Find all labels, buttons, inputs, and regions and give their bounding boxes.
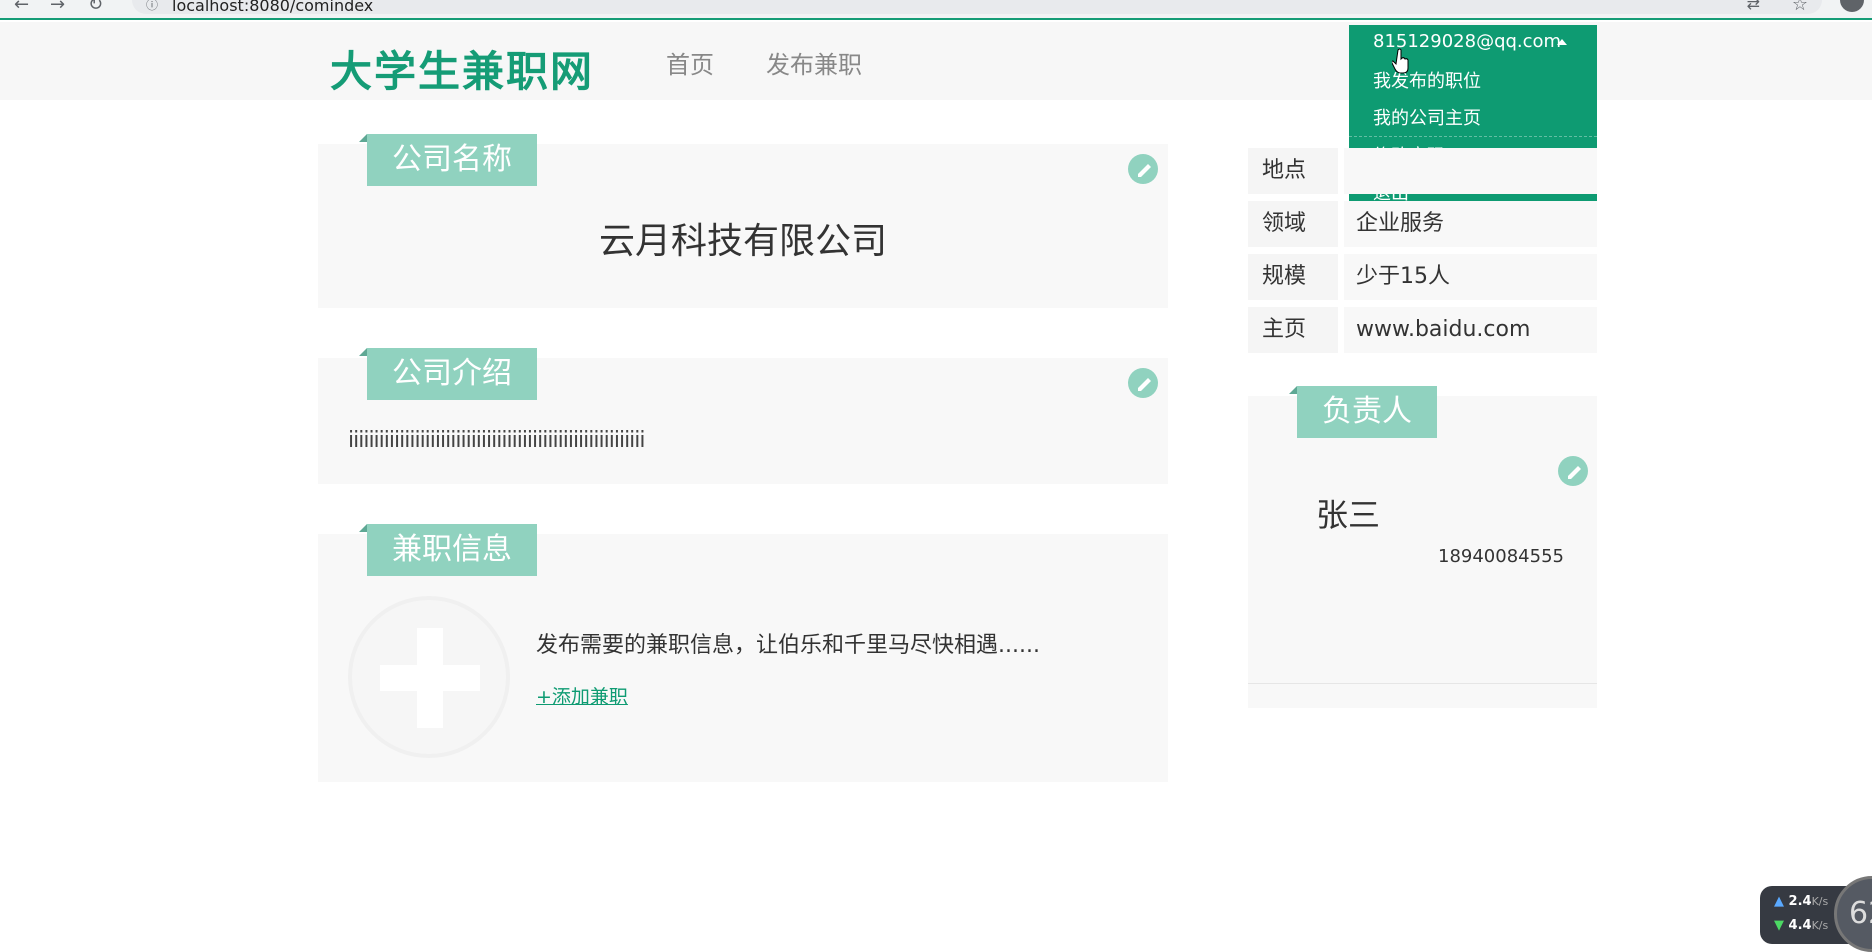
info-key: 地点 (1248, 148, 1338, 194)
browser-toolbar: ← → ↻ ⓘ localhost:8080/comindex ⇄ ☆ (0, 0, 1872, 20)
company-intro-panel: 公司介绍 iiiiiiiiiiiiiiiiiiiiiiiiiiiiiiiiiii… (318, 348, 1168, 484)
info-value: www.baidu.com (1344, 307, 1597, 353)
profile-avatar-icon[interactable] (1840, 0, 1864, 12)
info-row-field: 领域 企业服务 (1248, 201, 1597, 247)
download-speed: 4.4 (1788, 918, 1812, 933)
company-name-ribbon: 公司名称 (359, 134, 537, 186)
info-row-scale: 规模 少于15人 (1248, 254, 1597, 300)
parttime-ribbon: 兼职信息 (359, 524, 537, 576)
company-name-value: 云月科技有限公司 (598, 221, 887, 262)
menu-item-my-posts[interactable]: 我发布的职位 (1373, 67, 1481, 93)
site-logo[interactable]: 大学生兼职网 (330, 38, 594, 99)
edit-icon[interactable] (1128, 368, 1158, 398)
info-value: 少于15人 (1344, 254, 1597, 300)
translate-icon[interactable]: ⇄ (1747, 0, 1760, 13)
upload-arrow-icon: ▲ (1774, 894, 1784, 909)
download-arrow-icon: ▼ (1774, 918, 1784, 933)
contact-phone: 18940084555 (1438, 546, 1564, 567)
company-name-panel: 公司名称 云月科技有限公司 (318, 134, 1168, 308)
info-key: 主页 (1248, 307, 1338, 353)
site-info-icon[interactable]: ⓘ (146, 0, 158, 13)
info-value: 企业服务 (1344, 201, 1597, 247)
company-intro-ribbon: 公司介绍 (359, 348, 537, 400)
reload-icon[interactable]: ↻ (88, 0, 103, 15)
parttime-panel: 兼职信息 发布需要的兼职信息，让伯乐和千里马尽快相遇...... +添加兼职 (318, 524, 1168, 782)
url-text[interactable]: localhost:8080/comindex (172, 0, 373, 15)
info-key: 领域 (1248, 201, 1338, 247)
menu-divider (1349, 136, 1597, 137)
contact-panel: 负责人 张三 18940084555 (1248, 386, 1597, 708)
divider (1248, 683, 1597, 684)
menu-item-company-home[interactable]: 我的公司主页 (1373, 104, 1481, 130)
plus-icon[interactable] (348, 596, 510, 758)
edit-icon[interactable] (1128, 154, 1158, 184)
speed-unit: K/s (1811, 919, 1829, 932)
edit-icon[interactable] (1558, 456, 1588, 486)
add-parttime-link[interactable]: +添加兼职 (536, 682, 628, 709)
bookmark-star-icon[interactable]: ☆ (1792, 0, 1808, 15)
nav-post-parttime[interactable]: 发布兼职 (766, 45, 862, 80)
back-icon[interactable]: ← (14, 0, 29, 15)
info-row-location: 地点 (1248, 148, 1597, 194)
caret-up-icon (1557, 39, 1567, 45)
contact-ribbon: 负责人 (1289, 386, 1437, 438)
info-value (1344, 148, 1597, 194)
company-intro-text: iiiiiiiiiiiiiiiiiiiiiiiiiiiiiiiiiiiiiiii… (348, 428, 646, 453)
info-key: 规模 (1248, 254, 1338, 300)
contact-name: 张三 (1316, 496, 1381, 534)
upload-speed: 2.4 (1788, 894, 1812, 909)
speed-unit: K/s (1811, 895, 1829, 908)
parttime-description: 发布需要的兼职信息，让伯乐和千里马尽快相遇...... (536, 633, 1040, 658)
nav-home[interactable]: 首页 (666, 45, 714, 80)
forward-icon[interactable]: → (50, 0, 65, 15)
info-row-homepage: 主页 www.baidu.com (1248, 307, 1597, 353)
hand-cursor-icon (1392, 48, 1409, 74)
address-bar[interactable]: ⓘ localhost:8080/comindex (132, 0, 1822, 15)
